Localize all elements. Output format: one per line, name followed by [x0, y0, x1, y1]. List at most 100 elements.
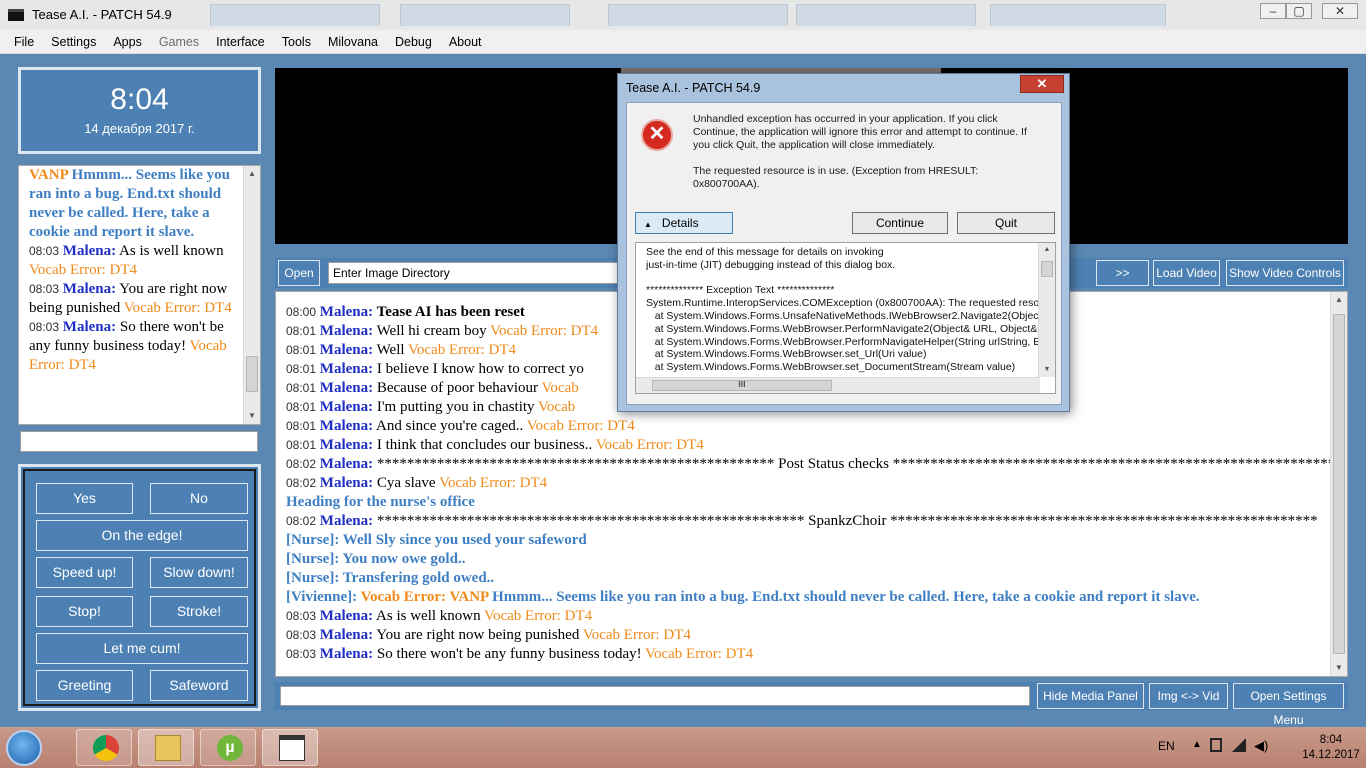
menu-about[interactable]: About	[449, 35, 482, 49]
side-chat-entry: 08:03 Malena: As is well known Vocab Err…	[29, 243, 224, 278]
scroll-thumb[interactable]	[1041, 261, 1053, 277]
network-signal-icon[interactable]	[1232, 738, 1246, 752]
dialog-close-button[interactable]: ✕	[1020, 75, 1064, 93]
folder-icon	[155, 735, 181, 761]
no-button[interactable]: No	[150, 483, 248, 514]
scroll-up-arrow-icon[interactable]: ▲	[1039, 243, 1055, 257]
chat-line: 08:02 Malena: **************************…	[286, 513, 1318, 529]
utorrent-icon: µ	[217, 735, 243, 761]
main-chat-scrollbar[interactable]: ▲ ▼	[1330, 292, 1347, 676]
clock-date: 14 декабря 2017 г.	[84, 121, 195, 136]
slow-down-button[interactable]: Slow down!	[150, 557, 248, 588]
chat-line: 08:02 Malena: Cya slave Vocab Error: DT4	[286, 475, 548, 491]
scroll-thumb[interactable]: III	[652, 380, 832, 391]
side-chat-entry: VANP Hmmm... Seems like you ran into a b…	[29, 167, 230, 240]
scroll-down-arrow-icon[interactable]: ▼	[244, 408, 260, 424]
open-settings-menu-button[interactable]: Open Settings Menu	[1233, 683, 1344, 727]
let-me-cum-button[interactable]: Let me cum!	[36, 633, 248, 664]
dialog-body: ✕ Unhandled exception has occurred in yo…	[626, 102, 1062, 405]
taskbar-utorrent[interactable]: µ	[200, 729, 256, 766]
taskbar: µ EN ▲ ◀) 8:04 14.12.2017	[0, 727, 1366, 768]
tray-date[interactable]: 14.12.2017	[1298, 749, 1364, 761]
menu-settings[interactable]: Settings	[51, 35, 96, 49]
side-chat-scrollbar[interactable]: ▲ ▼	[243, 166, 260, 424]
img-vid-toggle-button[interactable]: Img <-> Vid	[1149, 683, 1228, 709]
scroll-down-arrow-icon[interactable]: ▼	[1331, 660, 1347, 676]
menu-debug[interactable]: Debug	[395, 35, 432, 49]
load-video-button[interactable]: Load Video	[1153, 260, 1220, 286]
system-tray: EN ▲ ◀) 8:04 14.12.2017	[1126, 727, 1366, 768]
greeting-button[interactable]: Greeting	[36, 670, 133, 701]
taskbar-teaseai[interactable]	[262, 729, 318, 766]
menu-tools[interactable]: Tools	[282, 35, 311, 49]
background-browser-tab	[210, 4, 380, 26]
title-bar[interactable]: Tease A.I. - PATCH 54.9 ‒ ▢ ✕	[0, 0, 1366, 30]
tray-time[interactable]: 8:04	[1300, 734, 1362, 746]
speed-up-button[interactable]: Speed up!	[36, 557, 133, 588]
side-chat-entry: 08:03 Malena: So there won't be any funn…	[29, 319, 227, 373]
side-chat-entry: 08:03 Malena: You are right now being pu…	[29, 281, 232, 316]
background-browser-tab	[608, 4, 788, 26]
dialog-title: Tease A.I. - PATCH 54.9	[626, 81, 761, 95]
safeword-button[interactable]: Safeword	[150, 670, 248, 701]
error-dialog[interactable]: Tease A.I. - PATCH 54.9 ✕ ✕ Unhandled ex…	[617, 73, 1070, 412]
chat-line: Heading for the nurse's office	[286, 494, 475, 510]
show-video-controls-button[interactable]: Show Video Controls	[1226, 260, 1344, 286]
scroll-thumb[interactable]	[1333, 314, 1345, 654]
background-browser-tab	[400, 4, 570, 26]
chat-line: 08:03 Malena: You are right now being pu…	[286, 627, 691, 643]
maximize-button[interactable]: ▢	[1286, 3, 1312, 19]
clock-panel: 8:04 14 декабря 2017 г.	[18, 67, 261, 154]
scroll-up-arrow-icon[interactable]: ▲	[1331, 292, 1347, 308]
chat-line: [Nurse]: Well Sly since you used your sa…	[286, 532, 587, 548]
side-chat-input[interactable]	[20, 431, 258, 452]
stop-button[interactable]: Stop!	[36, 596, 133, 627]
details-horizontal-scrollbar[interactable]: III	[636, 377, 1040, 393]
yes-button[interactable]: Yes	[36, 483, 133, 514]
next-button[interactable]: >>	[1096, 260, 1149, 286]
chat-line: 08:01 Malena: And since you're caged.. V…	[286, 418, 635, 434]
language-indicator[interactable]: EN	[1158, 739, 1175, 753]
menu-interface[interactable]: Interface	[216, 35, 265, 49]
response-button-panel: Yes No On the edge! Speed up! Slow down!…	[18, 464, 261, 711]
image-directory-field[interactable]: Enter Image Directory	[328, 262, 628, 284]
details-vertical-scrollbar[interactable]: ▲ ▼	[1038, 243, 1055, 377]
volume-icon[interactable]: ◀)	[1254, 738, 1268, 754]
chat-line: 08:03 Malena: So there won't be any funn…	[286, 646, 754, 662]
chat-line: 08:01 Malena: I think that concludes our…	[286, 437, 704, 453]
exception-details-text: See the end of this message for details …	[646, 246, 1044, 374]
collapse-arrow-icon: ▲	[644, 220, 652, 229]
background-browser-tab	[796, 4, 976, 26]
close-window-button[interactable]: ✕	[1322, 3, 1358, 19]
chat-line: 08:02 Malena: **************************…	[286, 456, 1343, 472]
continue-button[interactable]: Continue	[852, 212, 948, 234]
minimize-button[interactable]: ‒	[1260, 3, 1286, 19]
chat-line: 08:03 Malena: As is well known Vocab Err…	[286, 608, 593, 624]
background-browser-tab	[990, 4, 1166, 26]
action-center-icon[interactable]	[1210, 738, 1222, 752]
clock-time: 8:04	[110, 83, 169, 116]
exception-details-box[interactable]: See the end of this message for details …	[635, 242, 1056, 394]
edge-button[interactable]: On the edge!	[36, 520, 248, 551]
taskbar-chrome[interactable]	[76, 729, 132, 766]
taskbar-explorer[interactable]	[138, 729, 194, 766]
hide-media-panel-button[interactable]: Hide Media Panel	[1037, 683, 1144, 709]
chat-line: [Vivienne]: Vocab Error: VANP Hmmm... Se…	[286, 589, 1200, 605]
menu-apps[interactable]: Apps	[113, 35, 142, 49]
chat-input[interactable]	[280, 686, 1030, 706]
window-title: Tease A.I. - PATCH 54.9	[32, 7, 172, 22]
quit-button[interactable]: Quit	[957, 212, 1055, 234]
side-chat-log[interactable]: VANP Hmmm... Seems like you ran into a b…	[18, 165, 261, 425]
menu-file[interactable]: File	[14, 35, 34, 49]
show-hidden-icons-icon[interactable]: ▲	[1192, 739, 1202, 750]
details-toggle-button[interactable]: ▲ Details	[635, 212, 733, 234]
menu-milovana[interactable]: Milovana	[328, 35, 378, 49]
start-button[interactable]	[6, 730, 42, 766]
scroll-thumb[interactable]	[246, 356, 258, 392]
chat-line: [Nurse]: You now owe gold..	[286, 551, 466, 567]
open-button[interactable]: Open	[278, 260, 320, 286]
scroll-down-arrow-icon[interactable]: ▼	[1039, 363, 1055, 377]
stroke-button[interactable]: Stroke!	[150, 596, 248, 627]
scroll-up-arrow-icon[interactable]: ▲	[244, 166, 260, 182]
menu-games: Games	[158, 34, 200, 49]
